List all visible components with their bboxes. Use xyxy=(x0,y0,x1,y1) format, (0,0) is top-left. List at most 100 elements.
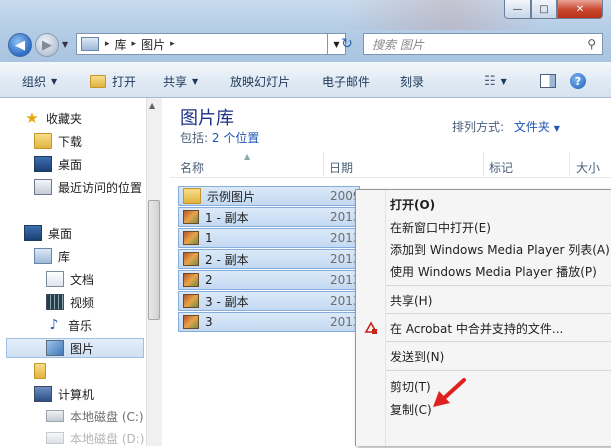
share-button[interactable]: 共享 ▼ xyxy=(163,71,198,91)
address-bar[interactable]: ▸ 库 ▸ 图片 ▸ xyxy=(76,33,328,55)
file-name: 2 - 副本 xyxy=(205,252,249,267)
column-size[interactable]: 大小 xyxy=(576,159,600,176)
column-tags[interactable]: 标记 xyxy=(489,159,513,176)
music-note-icon: ♪ xyxy=(49,317,59,333)
search-icon[interactable]: ⚲ xyxy=(587,37,596,51)
burn-button[interactable]: 刻录 xyxy=(400,71,424,91)
includes-locations-link[interactable]: 2 个位置 xyxy=(212,131,259,145)
nav-desktop[interactable]: 桌面 xyxy=(24,223,72,243)
image-file-icon xyxy=(183,231,199,245)
acrobat-icon xyxy=(364,321,378,334)
navigation-scrollbar-thumb[interactable] xyxy=(148,200,160,320)
help-button[interactable]: ? xyxy=(570,71,586,91)
menu-open[interactable]: 打开(O) xyxy=(390,196,435,213)
file-name: 示例图片 xyxy=(207,189,256,204)
menu-separator xyxy=(386,313,611,314)
recent-pages-dropdown[interactable]: ▼ xyxy=(62,40,68,49)
chevron-down-icon: ▼ xyxy=(553,124,560,133)
menu-send-to[interactable]: 发送到(N) xyxy=(390,348,444,365)
image-file-icon xyxy=(183,210,199,224)
image-file-icon xyxy=(183,252,199,266)
organize-button[interactable]: 组织 ▼ xyxy=(22,71,57,91)
nav-label: 桌面 xyxy=(48,226,73,241)
nav-label: 收藏夹 xyxy=(46,111,83,126)
nav-label: 音乐 xyxy=(68,318,93,333)
arrange-by-dropdown[interactable]: 文件夹 ▼ xyxy=(514,120,560,134)
column-divider[interactable] xyxy=(483,152,484,176)
image-file-icon xyxy=(183,273,199,287)
menu-separator xyxy=(386,370,611,371)
file-name: 2 xyxy=(205,273,213,287)
scroll-up-arrow-icon[interactable]: ▲ xyxy=(149,101,155,110)
documents-icon xyxy=(46,271,64,287)
drive-icon xyxy=(46,432,64,444)
open-button[interactable]: 打开 xyxy=(90,71,136,91)
forward-arrow-icon: ▶ xyxy=(42,37,52,53)
nav-extra-library[interactable] xyxy=(34,361,52,381)
menu-acrobat-combine[interactable]: 在 Acrobat 中合并支持的文件... xyxy=(390,320,563,337)
email-label: 电子邮件 xyxy=(322,74,371,89)
forward-button[interactable]: ▶ xyxy=(35,33,59,57)
search-input[interactable]: 搜索 图片 ⚲ xyxy=(363,33,603,55)
help-icon: ? xyxy=(570,73,586,89)
nav-drive-c[interactable]: 本地磁盘 (C:) xyxy=(46,406,144,426)
nav-label: 桌面 xyxy=(58,157,83,172)
breadcrumb-separator[interactable]: ▸ xyxy=(132,39,137,49)
breadcrumb-separator[interactable]: ▸ xyxy=(105,39,110,49)
preview-pane-button[interactable] xyxy=(540,71,556,91)
open-label: 打开 xyxy=(112,74,137,89)
menu-open-new-window[interactable]: 在新窗口中打开(E) xyxy=(390,219,491,236)
back-button[interactable]: ◀ xyxy=(8,33,32,57)
nav-favorites[interactable]: ★ 收藏夹 xyxy=(24,108,82,128)
menu-copy[interactable]: 复制(C) xyxy=(390,401,432,418)
nav-downloads[interactable]: 下载 xyxy=(34,131,82,151)
menu-cut[interactable]: 剪切(T) xyxy=(390,378,431,395)
menu-add-to-wmp-list[interactable]: 添加到 Windows Media Player 列表(A) xyxy=(390,241,610,258)
maximize-button[interactable]: □ xyxy=(531,0,557,19)
chevron-down-icon: ▼ xyxy=(500,76,507,86)
close-button[interactable]: ✕ xyxy=(557,0,603,19)
library-icon xyxy=(34,248,52,264)
image-file-icon xyxy=(183,210,199,224)
file-name: 1 - 副本 xyxy=(205,210,249,225)
nav-label: 下载 xyxy=(58,134,83,149)
menu-share[interactable]: 共享(H) xyxy=(390,292,432,309)
breadcrumb-separator[interactable]: ▸ xyxy=(170,39,175,49)
menu-separator xyxy=(386,341,611,342)
nav-libraries[interactable]: 库 xyxy=(34,246,70,266)
nav-documents[interactable]: 文档 xyxy=(46,269,94,289)
email-button[interactable]: 电子邮件 xyxy=(322,71,370,91)
breadcrumb-library[interactable]: 库 xyxy=(115,36,127,53)
nav-pictures[interactable]: 图片 xyxy=(6,338,144,358)
nav-label: 计算机 xyxy=(58,387,95,402)
view-options-button[interactable]: ☷ ▼ xyxy=(484,71,507,91)
minimize-button[interactable]: — xyxy=(504,0,531,19)
column-divider[interactable] xyxy=(323,152,324,176)
arrange-value: 文件夹 xyxy=(513,120,550,134)
nav-drive-d[interactable]: 本地磁盘 (D:) xyxy=(46,428,144,448)
slideshow-label: 放映幻灯片 xyxy=(230,74,291,89)
view-options-icon: ☷ xyxy=(484,73,496,89)
back-arrow-icon: ◀ xyxy=(15,37,25,53)
nav-label: 本地磁盘 (D:) xyxy=(70,431,145,446)
includes-label: 包括: xyxy=(180,131,209,145)
refresh-button[interactable]: ↻ xyxy=(333,33,361,55)
computer-icon xyxy=(34,386,52,402)
nav-label: 最近访问的位置 xyxy=(58,180,143,195)
image-file-icon xyxy=(183,294,199,308)
nav-videos[interactable]: 视频 xyxy=(46,292,94,312)
nav-recent-places[interactable]: 最近访问的位置 xyxy=(34,177,142,197)
column-divider[interactable] xyxy=(569,152,570,176)
breadcrumb-pictures[interactable]: 图片 xyxy=(141,36,165,53)
nav-computer[interactable]: 计算机 xyxy=(34,384,94,404)
library-includes: 包括: 2 个位置 xyxy=(180,129,259,146)
slideshow-button[interactable]: 放映幻灯片 xyxy=(230,71,290,91)
nav-desktop-favorite[interactable]: 桌面 xyxy=(34,154,82,174)
chevron-down-icon: ▼ xyxy=(51,76,58,86)
monitor-icon xyxy=(24,225,42,241)
column-date[interactable]: 日期 xyxy=(329,159,353,176)
nav-music[interactable]: ♪ 音乐 xyxy=(46,315,92,335)
menu-play-with-wmp[interactable]: 使用 Windows Media Player 播放(P) xyxy=(390,263,597,280)
column-name[interactable]: 名称 xyxy=(180,159,204,176)
close-icon: ✕ xyxy=(575,3,585,15)
